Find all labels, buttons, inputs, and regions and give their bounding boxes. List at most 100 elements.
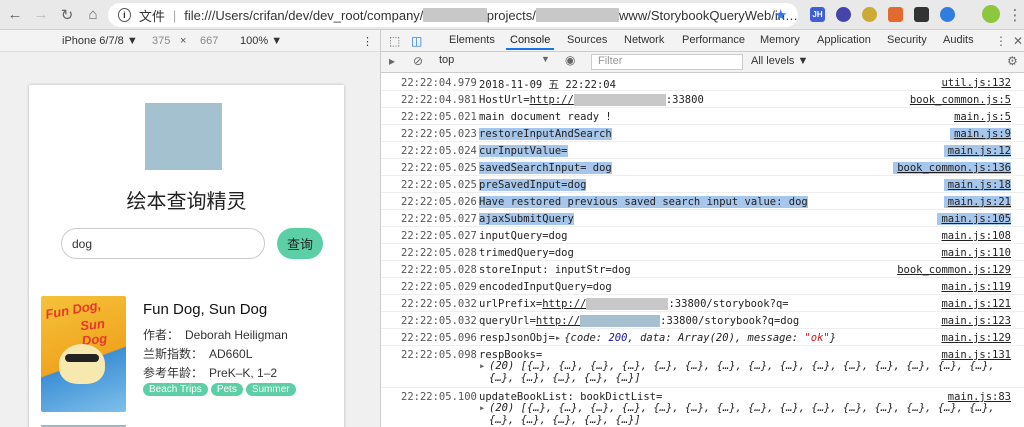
app-logo: [145, 103, 222, 170]
device-more-icon[interactable]: ⋮: [362, 35, 373, 48]
tab-sources[interactable]: Sources: [567, 34, 607, 46]
log-source-link[interactable]: main.js:110: [941, 247, 1011, 259]
log-timestamp: 22:22:05.028: [401, 264, 477, 276]
console-log: 22:22:04.979 2018-11-09 五 22:22:04 util.js…: [381, 74, 1024, 427]
book-title[interactable]: Fun Dog, Sun Dog: [143, 301, 267, 318]
tab-application[interactable]: Application: [817, 34, 871, 46]
log-message: storeInput: inputStr=dog: [479, 264, 631, 276]
log-timestamp: 22:22:05.025: [401, 179, 477, 191]
context-select[interactable]: top: [439, 54, 551, 70]
tag-beach-trips[interactable]: Beach Trips: [143, 383, 208, 396]
console-toolbar: ▸ ⊘ top ▼ ◉ Filter All levels ▼ ⚙: [381, 52, 1024, 73]
lexile-value: AD660L: [209, 347, 253, 361]
back-icon[interactable]: ←: [4, 4, 26, 26]
expand-arrow-icon[interactable]: ▸: [479, 360, 485, 372]
tab-network[interactable]: Network: [624, 34, 664, 46]
log-source-link[interactable]: main.js:9: [950, 128, 1011, 140]
forward-icon[interactable]: →: [30, 4, 52, 26]
log-timestamp: 22:22:04.981: [401, 94, 477, 106]
log-source-link[interactable]: book_common.js:129: [897, 264, 1011, 276]
tag-summer[interactable]: Summer: [245, 383, 296, 396]
tab-security[interactable]: Security: [887, 34, 927, 46]
log-row: 22:22:05.024 curInputValue= main.js:12: [381, 142, 1024, 159]
log-timestamp: 22:22:05.027: [401, 213, 477, 225]
close-devtools-icon[interactable]: ✕: [1013, 34, 1023, 48]
reload-icon[interactable]: ↻: [56, 4, 78, 26]
clear-console-icon[interactable]: ⊘: [413, 54, 423, 68]
context-dropdown-icon[interactable]: ▼: [541, 54, 550, 64]
log-timestamp: 22:22:05.100: [401, 391, 477, 403]
devtools-menu-icon[interactable]: ⋮: [995, 34, 1007, 48]
log-source-link[interactable]: main.js:119: [941, 281, 1011, 293]
devtools-tabbar: ⬚ ◫ Elements Console Sources Network Per…: [381, 30, 1024, 52]
obj-text: }: [829, 332, 837, 344]
tag-pets[interactable]: Pets: [210, 383, 243, 396]
extension-icon-3[interactable]: [862, 7, 877, 22]
expand-arrow-icon[interactable]: ▸: [555, 332, 561, 344]
log-source-link[interactable]: main.js:21: [943, 196, 1011, 208]
log-message: savedSearchInput= dog: [479, 162, 612, 174]
log-message: 2018-11-09 五 22:22:04: [479, 79, 616, 91]
browser-menu-icon[interactable]: ⋮: [1004, 4, 1024, 26]
log-message: HostUrl=http://:33800: [479, 94, 704, 106]
search-button[interactable]: 查询: [277, 228, 323, 259]
device-width[interactable]: 375: [152, 35, 170, 47]
log-source-link[interactable]: main.js:18: [943, 179, 1011, 191]
book-age: 参考年龄： PreK–K, 1–2: [143, 364, 277, 381]
tab-performance[interactable]: Performance: [682, 34, 745, 46]
log-source-link[interactable]: util.js:132: [941, 77, 1011, 89]
home-icon[interactable]: ⌂: [82, 4, 104, 26]
log-source-link[interactable]: main.js:5: [954, 111, 1011, 123]
tab-memory[interactable]: Memory: [760, 34, 800, 46]
log-source-link[interactable]: main.js:108: [941, 230, 1011, 242]
search-input[interactable]: dog: [61, 228, 265, 259]
log-timestamp: 22:22:05.032: [401, 298, 477, 310]
live-expression-eye-icon[interactable]: ◉: [565, 53, 575, 67]
tab-console[interactable]: Console: [505, 34, 555, 50]
log-source-link[interactable]: main.js:129: [941, 332, 1011, 344]
device-height[interactable]: 667: [200, 35, 218, 47]
log-url-link[interactable]: http://: [530, 94, 574, 106]
log-levels-select[interactable]: All levels ▼: [751, 55, 808, 67]
qr-extension-icon[interactable]: [914, 7, 929, 22]
extension-icon-4[interactable]: [888, 7, 903, 22]
log-row: 22:22:05.026 Have restored previous saved…: [381, 193, 1024, 210]
log-source-link[interactable]: main.js:105: [937, 213, 1011, 225]
extension-icon-2[interactable]: [836, 7, 851, 22]
log-timestamp: 22:22:04.979: [401, 77, 477, 89]
console-settings-icon[interactable]: ⚙: [1007, 54, 1018, 68]
log-url-link[interactable]: http://: [536, 315, 580, 327]
bookmark-star-icon[interactable]: ★: [774, 6, 787, 24]
zoom-select[interactable]: 100% ▼: [240, 35, 282, 47]
device-toggle-icon[interactable]: ◫: [411, 34, 422, 48]
log-source-link[interactable]: main.js:123: [941, 315, 1011, 327]
log-row: 22:22:05.032 queryUrl=http://:33800/story…: [381, 312, 1024, 329]
log-source-link[interactable]: book_common.js:5: [910, 94, 1011, 106]
extension-icon-6[interactable]: [940, 7, 955, 22]
device-select[interactable]: iPhone 6/7/8 ▼: [62, 35, 138, 47]
log-row: 22:22:05.096 respJsonObj=▸ {code: 200, dat…: [381, 329, 1024, 346]
profile-avatar[interactable]: [982, 5, 1000, 23]
address-bar[interactable]: i 文件 | file:///Users/crifan/dev/dev_root…: [108, 3, 798, 27]
info-icon[interactable]: i: [118, 8, 131, 22]
log-source-link[interactable]: main.js:12: [943, 145, 1011, 157]
log-row: 22:22:05.027 ajaxSubmitQuery main.js:105: [381, 210, 1024, 227]
log-message: curInputValue=: [479, 145, 568, 157]
log-message: queryUrl=http://:33800/storybook?q=dog: [479, 315, 799, 327]
jh-extension-icon[interactable]: JH: [810, 7, 825, 22]
url-part-1: file:///Users/crifan/dev/dev_root/compan…: [184, 7, 424, 23]
log-source-link[interactable]: book_common.js:136: [893, 162, 1011, 174]
log-url-link[interactable]: http://: [542, 298, 586, 310]
log-source-link[interactable]: main.js:121: [941, 298, 1011, 310]
tab-audits[interactable]: Audits: [943, 34, 974, 46]
tab-elements[interactable]: Elements: [449, 34, 495, 46]
sunglasses-illustration: [65, 354, 99, 362]
expand-arrow-icon[interactable]: ▸: [479, 402, 485, 414]
inspect-element-icon[interactable]: ⬚: [389, 34, 400, 48]
obj-text: , data: Array(20), message:: [627, 332, 805, 344]
log-timestamp: 22:22:05.032: [401, 315, 477, 327]
console-filter-input[interactable]: Filter: [591, 54, 743, 70]
book-cover[interactable]: Fun Dog, Sun Dog: [41, 296, 126, 412]
sidebar-toggle-icon[interactable]: ▸: [389, 54, 395, 68]
redacted-block: [580, 315, 661, 327]
